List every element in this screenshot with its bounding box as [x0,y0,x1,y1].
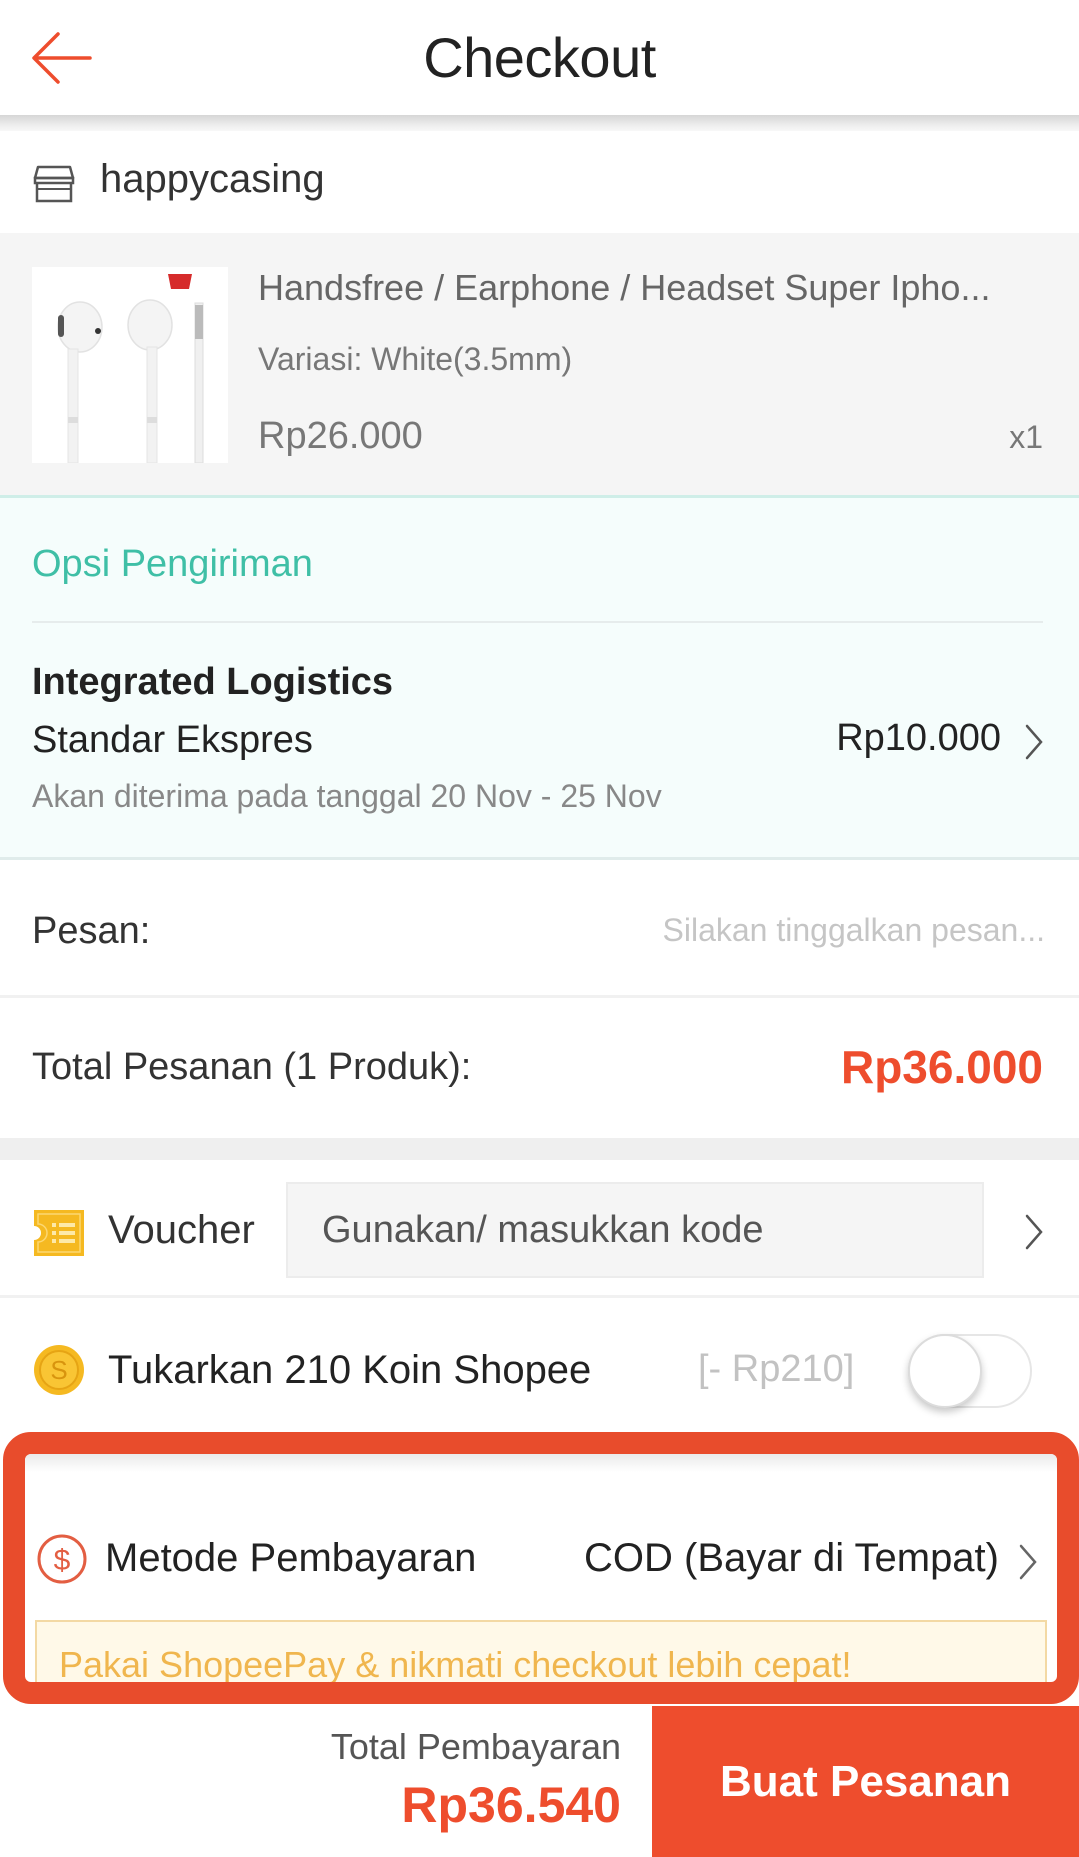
order-total-value: Rp36.000 [840,1041,1043,1093]
header: Checkout [0,0,1079,115]
product-item[interactable]: Handsfree / Earphone / Headset Super Iph… [0,233,1079,495]
dollar-circle-icon: $ [37,1534,87,1584]
payment-method-label: Metode Pembayaran [105,1536,477,1580]
total-payment-label: Total Pembayaran [330,1726,621,1767]
coins-label: Tukarkan 210 Koin Shopee [108,1348,592,1392]
product-variant: Variasi: White(3.5mm) [258,341,573,377]
payment-method-value: COD (Bayar di Tempat) [584,1536,999,1580]
shipping-section[interactable]: Opsi Pengiriman Integrated Logistics Sta… [0,495,1079,860]
shopeepay-promo-text: Pakai ShopeePay & nikmati checkout lebih… [59,1644,852,1685]
bottom-bar: Total Pembayaran Rp36.540 Buat Pesanan [0,1706,1079,1857]
voucher-code-input[interactable] [286,1182,984,1278]
voucher-ticket-icon [34,1210,84,1256]
shipping-heading: Opsi Pengiriman [32,543,313,585]
shop-row[interactable]: happycasing [0,131,1079,233]
chevron-right-icon[interactable] [1021,1212,1047,1252]
order-total-label: Total Pesanan (1 Produk): [32,1046,472,1088]
svg-text:S: S [50,1355,67,1385]
message-row: Pesan: [0,860,1079,998]
coins-amount: [- Rp210] [698,1348,855,1390]
voucher-row: Voucher [0,1160,1079,1298]
message-input[interactable] [525,900,1045,960]
shopee-coin-icon: S [34,1345,84,1395]
shipping-eta: Akan diterima pada tanggal 20 Nov - 25 N… [32,778,662,814]
header-divider [0,115,1079,131]
chevron-right-icon[interactable] [1015,1542,1041,1582]
place-order-button[interactable]: Buat Pesanan [652,1706,1079,1857]
product-image [32,267,228,463]
shipping-divider [32,621,1043,623]
svg-text:$: $ [54,1544,71,1577]
shop-name: happycasing [100,157,325,201]
product-price: Rp26.000 [258,415,423,457]
coins-toggle[interactable] [908,1334,1032,1408]
coins-row: S Tukarkan 210 Koin Shopee [- Rp210] [0,1298,1079,1428]
toggle-knob [908,1334,982,1408]
total-payment-value: Rp36.540 [401,1777,621,1833]
voucher-label: Voucher [108,1208,255,1252]
message-label: Pesan: [32,910,151,952]
shipping-provider: Integrated Logistics [32,661,394,703]
shipping-price: Rp10.000 [836,717,1001,759]
earphones-illustration [32,267,228,463]
shopeepay-promo-banner[interactable]: Pakai ShopeePay & nikmati checkout lebih… [35,1620,1047,1685]
product-title: Handsfree / Earphone / Headset Super Iph… [258,267,991,308]
payment-top-shadow [25,1454,1057,1472]
store-icon [33,165,75,203]
order-total-row: Total Pesanan (1 Produk): Rp36.000 [0,998,1079,1138]
section-gap [0,1138,1079,1160]
payment-method-highlight: $ Metode Pembayaran COD (Bayar di Tempat… [3,1432,1079,1704]
page-title: Checkout [423,26,656,89]
shipping-service: Standar Ekspres [32,719,313,761]
chevron-right-icon[interactable] [1021,722,1047,762]
product-quantity: x1 [1009,419,1043,455]
